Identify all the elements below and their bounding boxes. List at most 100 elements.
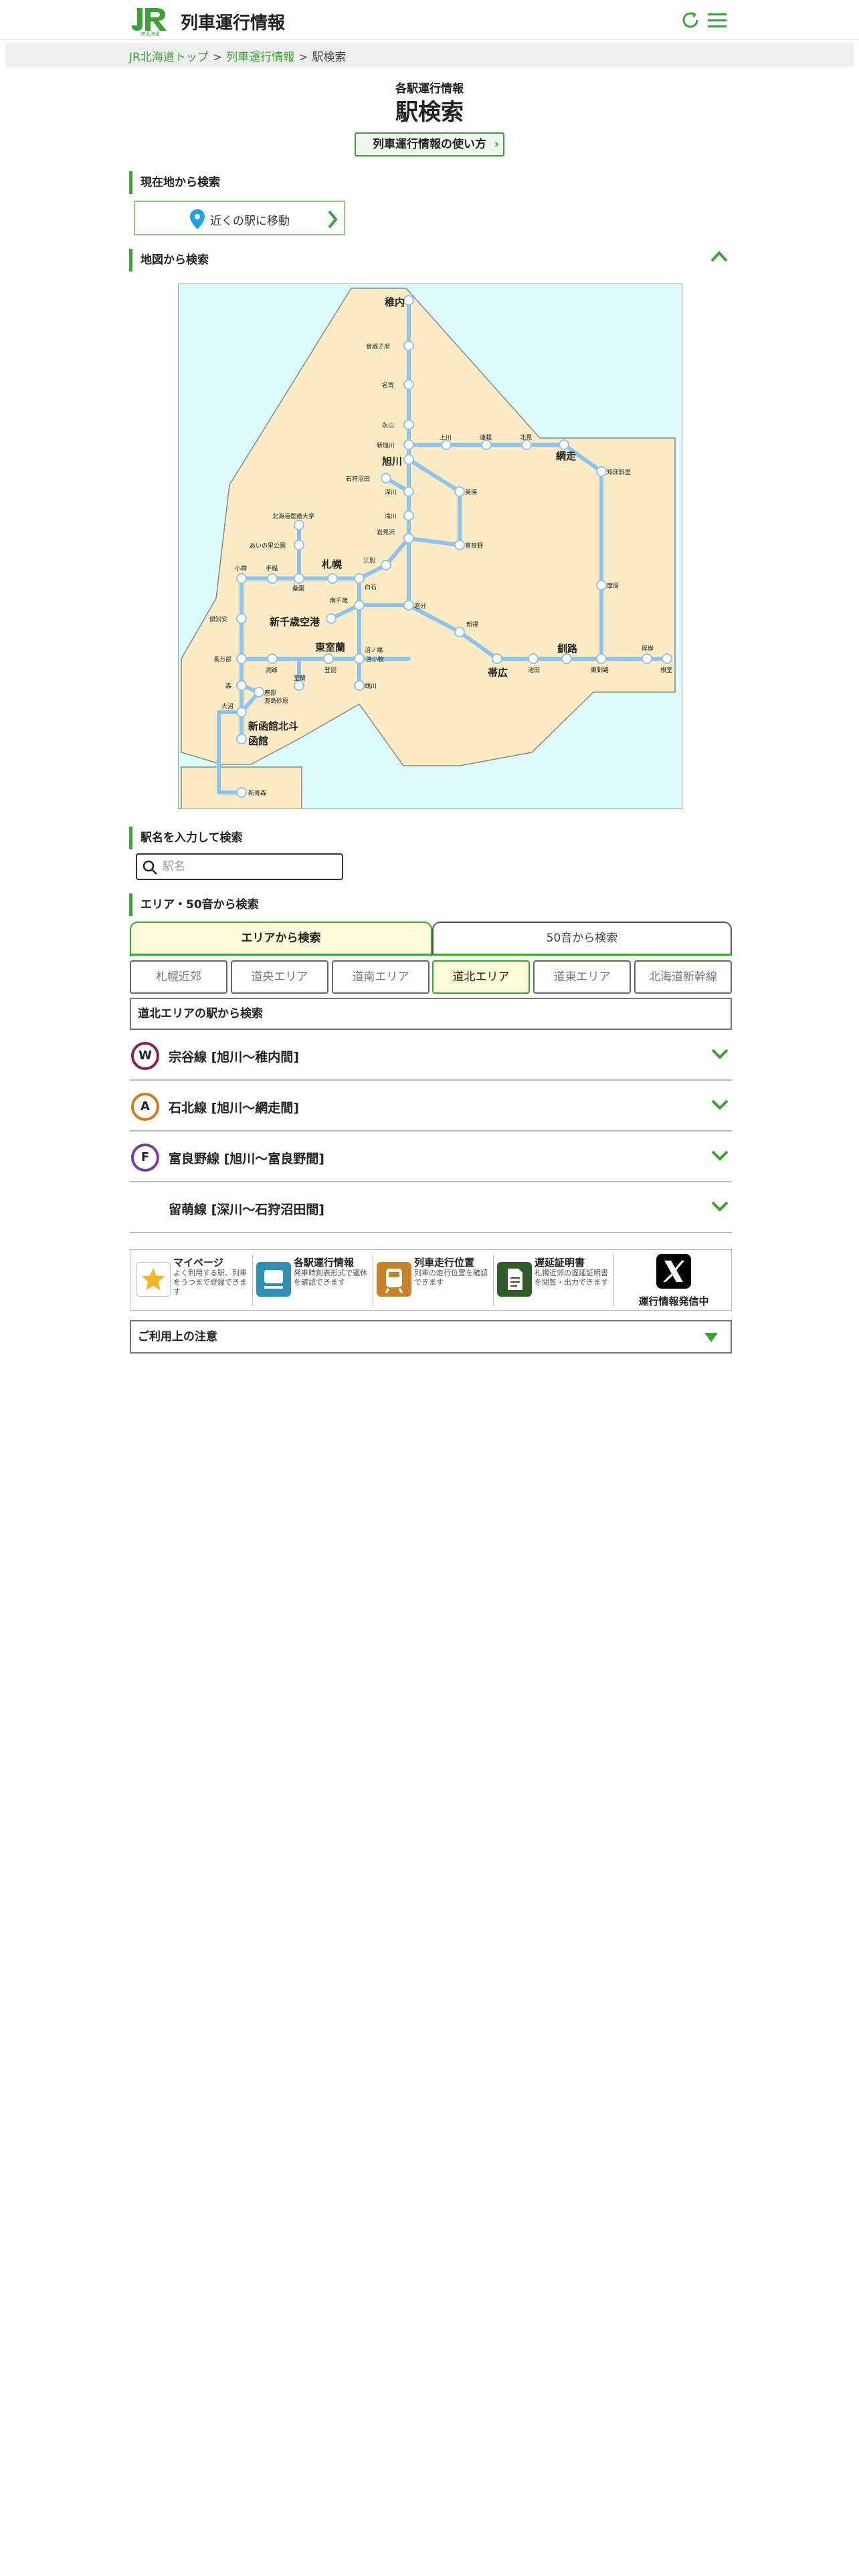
- station-label[interactable]: 大沼: [221, 702, 233, 710]
- station-label[interactable]: 室蘭: [294, 674, 306, 682]
- station-label[interactable]: 岩見沢: [377, 528, 395, 536]
- station-label[interactable]: 渡島砂原: [264, 697, 288, 705]
- howto-button[interactable]: 列車運行情報の使い方 ›: [355, 132, 504, 156]
- station-marker[interactable]: [327, 573, 338, 584]
- station-label[interactable]: 石狩沼田: [346, 475, 370, 483]
- line-item-soya[interactable]: W 宗谷線 [旭川〜稚内間]: [130, 1030, 732, 1081]
- service-train-position[interactable]: 列車走行位置 列車の走行位置を確認できます: [374, 1254, 492, 1307]
- station-marker[interactable]: [403, 600, 414, 611]
- nearby-station-button[interactable]: 近くの駅に移動: [134, 201, 345, 235]
- area-button-shinkansen[interactable]: 北海道新幹線: [634, 960, 732, 994]
- station-label[interactable]: 小樽: [235, 564, 247, 572]
- station-marker[interactable]: [236, 787, 247, 798]
- station-label[interactable]: 新得: [466, 621, 478, 629]
- area-button-dohoku[interactable]: 道北エリア: [432, 960, 530, 994]
- station-marker[interactable]: [254, 687, 264, 697]
- breadcrumb-home-link[interactable]: JR北海道トップ: [129, 51, 209, 64]
- station-label[interactable]: 永山: [382, 421, 394, 429]
- station-search-input[interactable]: [163, 857, 338, 876]
- station-marker[interactable]: [323, 653, 334, 664]
- station-label[interactable]: 札幌: [321, 558, 342, 570]
- line-item-sekihoku[interactable]: A 石北線 [旭川〜網走間]: [130, 1081, 732, 1132]
- area-button-donan[interactable]: 道南エリア: [332, 960, 430, 994]
- station-marker[interactable]: [294, 520, 304, 530]
- station-label[interactable]: 桑園: [292, 585, 304, 593]
- station-label[interactable]: 北見: [520, 434, 532, 441]
- station-marker[interactable]: [528, 653, 539, 664]
- tab-area-search[interactable]: エリアから検索: [130, 922, 432, 956]
- station-label[interactable]: 美瑛: [465, 488, 477, 496]
- breadcrumb-parent-link[interactable]: 列車運行情報: [226, 51, 294, 64]
- station-label[interactable]: 池田: [528, 666, 540, 674]
- station-marker[interactable]: [596, 580, 607, 591]
- station-label[interactable]: 追分: [414, 602, 426, 610]
- station-marker[interactable]: [236, 734, 247, 744]
- station-label[interactable]: 釧路: [557, 643, 578, 655]
- station-marker[interactable]: [354, 573, 365, 584]
- station-marker[interactable]: [381, 473, 391, 484]
- route-map-svg[interactable]: 稚内音威子府名寄永山新旭川旭川 上川 遠軽 北見網走知床斜里石狩沼田深川 美瑛滝川富良野…: [179, 284, 682, 809]
- station-marker[interactable]: [403, 340, 414, 351]
- station-marker[interactable]: [267, 653, 278, 664]
- station-label[interactable]: 網走: [556, 450, 576, 462]
- station-marker[interactable]: [354, 653, 365, 664]
- station-marker[interactable]: [596, 653, 607, 664]
- station-marker[interactable]: [662, 653, 672, 664]
- service-mypage[interactable]: マイページ よく利用する駅、列車をうつまで登録できます: [133, 1254, 251, 1307]
- station-marker[interactable]: [403, 533, 414, 544]
- station-label[interactable]: 東釧路: [591, 666, 609, 674]
- station-label[interactable]: 登別: [324, 667, 337, 674]
- station-label[interactable]: 鹿部: [264, 689, 276, 697]
- station-search-box[interactable]: [136, 853, 343, 880]
- station-label[interactable]: 稚内: [385, 296, 405, 308]
- station-marker[interactable]: [454, 486, 465, 497]
- station-label[interactable]: 富良野: [465, 542, 483, 550]
- station-marker[interactable]: [403, 295, 414, 306]
- service-delay-certificate[interactable]: 遅延証明書 札幌近郊の遅延証明書を閲覧・出力できます: [494, 1254, 612, 1307]
- line-item-furano[interactable]: F 富良野線 [旭川〜富良野間]: [130, 1132, 732, 1182]
- station-label[interactable]: 北海道医療大学: [272, 512, 314, 520]
- usage-notice-accordion[interactable]: ご利用上の注意: [130, 1320, 732, 1354]
- station-marker[interactable]: [294, 540, 304, 550]
- station-marker[interactable]: [561, 653, 572, 664]
- refresh-icon[interactable]: [678, 8, 702, 32]
- station-label[interactable]: 長万部: [213, 655, 231, 663]
- station-marker[interactable]: [454, 627, 465, 637]
- station-label[interactable]: 函館: [248, 735, 268, 747]
- jr-hokkaido-logo[interactable]: JR北海道: [129, 5, 173, 36]
- station-label[interactable]: 沼ノ端: [365, 646, 383, 654]
- station-marker[interactable]: [454, 540, 465, 550]
- station-label[interactable]: 旭川: [381, 455, 402, 467]
- station-label[interactable]: 摩周: [607, 582, 619, 590]
- station-label[interactable]: 帯広: [488, 667, 508, 679]
- station-label[interactable]: 遠軽: [480, 433, 492, 441]
- station-label[interactable]: 苫小牧: [366, 655, 384, 663]
- station-label[interactable]: 江別: [363, 557, 375, 564]
- station-marker[interactable]: [403, 419, 414, 430]
- station-marker[interactable]: [236, 573, 247, 584]
- station-marker[interactable]: [236, 613, 247, 624]
- station-label[interactable]: 洞爺: [266, 666, 278, 674]
- station-label[interactable]: 新函館北斗: [248, 720, 298, 732]
- station-label[interactable]: 手稲: [266, 564, 278, 572]
- station-label[interactable]: 白石: [365, 583, 377, 591]
- station-label[interactable]: 根室: [660, 666, 672, 674]
- station-marker[interactable]: [381, 560, 391, 570]
- station-marker[interactable]: [236, 680, 247, 691]
- station-label[interactable]: 深川: [385, 489, 397, 496]
- station-label[interactable]: 鵡川: [365, 682, 377, 690]
- station-label[interactable]: 新千歳空港: [270, 616, 320, 628]
- station-label[interactable]: 東室蘭: [315, 641, 345, 653]
- station-marker[interactable]: [403, 510, 414, 521]
- station-marker[interactable]: [354, 600, 365, 611]
- station-marker[interactable]: [521, 439, 532, 450]
- station-marker[interactable]: [481, 439, 492, 450]
- station-marker[interactable]: [441, 439, 452, 450]
- station-marker[interactable]: [354, 680, 365, 691]
- station-label[interactable]: 音威子府: [366, 342, 390, 350]
- station-label[interactable]: 名寄: [382, 381, 394, 389]
- station-label[interactable]: 滝川: [385, 513, 397, 520]
- station-marker[interactable]: [642, 653, 652, 664]
- service-station-info[interactable]: 各駅運行情報 発車時刻表形式で運休を確認できます: [254, 1254, 371, 1307]
- station-marker[interactable]: [294, 680, 304, 691]
